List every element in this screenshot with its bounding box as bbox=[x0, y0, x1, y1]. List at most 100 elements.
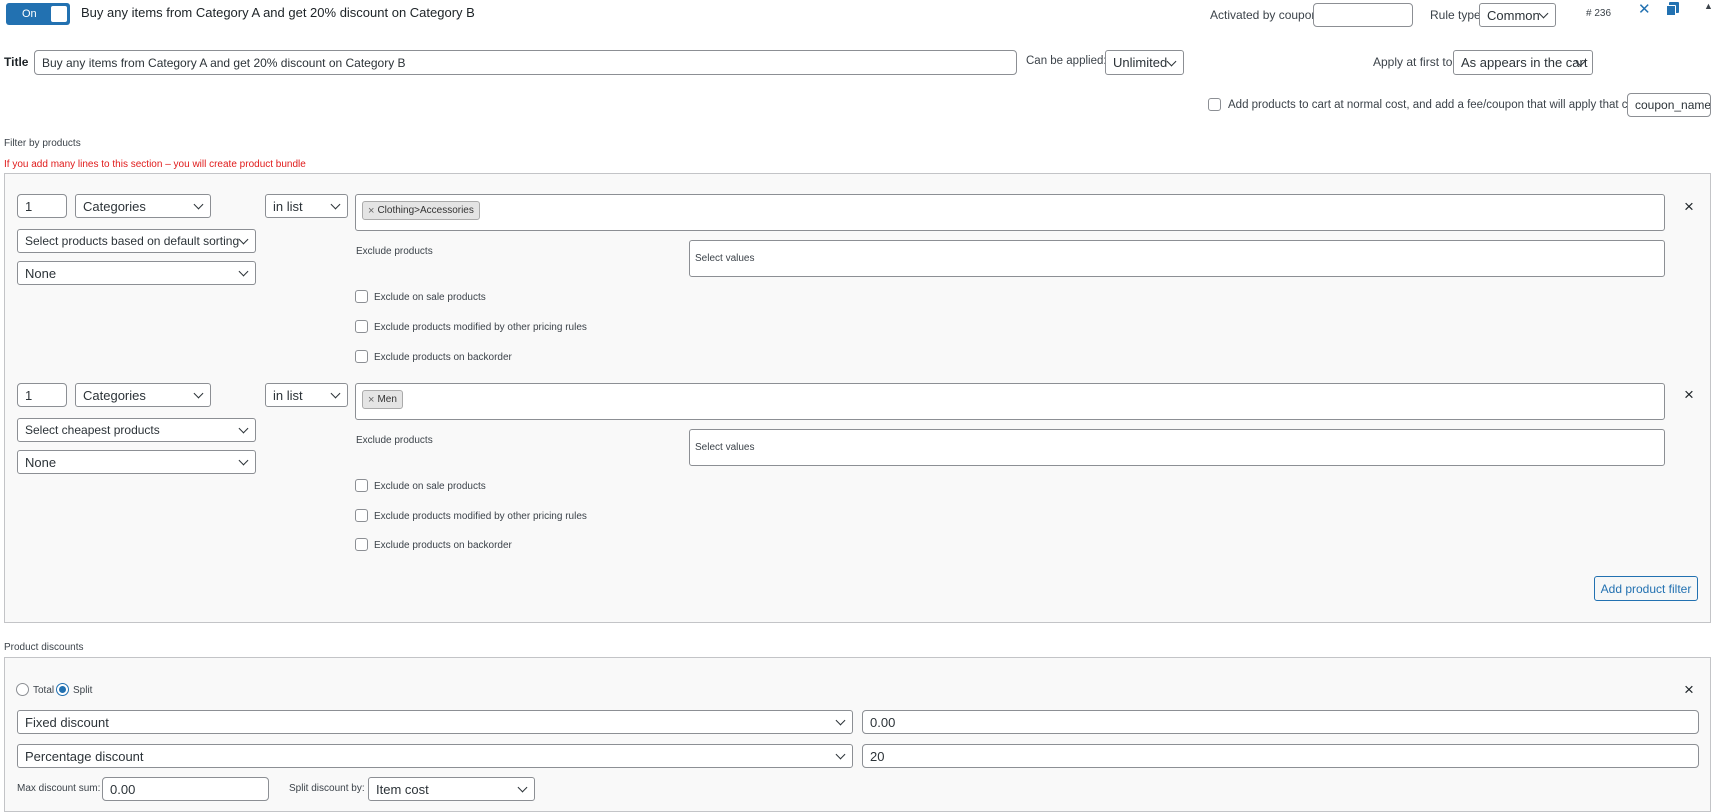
filter-operator-value: in list bbox=[273, 387, 303, 403]
apply-first-label: Apply at first to: bbox=[1373, 55, 1456, 69]
rule-type-value: Common bbox=[1487, 7, 1540, 23]
activated-by-coupon-input[interactable] bbox=[1313, 3, 1413, 27]
filter-qty-input[interactable]: 1 bbox=[17, 383, 67, 407]
filter-type-select[interactable]: Categories bbox=[75, 194, 211, 218]
filter-sorting-value: Select cheapest products bbox=[25, 423, 160, 437]
can-be-applied-value: Unlimited bbox=[1113, 55, 1168, 70]
tag-remove-icon[interactable]: × bbox=[368, 205, 374, 217]
split-discount-by-select[interactable]: Item cost bbox=[368, 777, 535, 801]
filter-operator-select[interactable]: in list bbox=[265, 194, 348, 218]
chevron-down-icon bbox=[238, 455, 249, 466]
filter-qty-input[interactable]: 1 bbox=[17, 194, 67, 218]
exclude-on-sale-label: Exclude on sale products bbox=[374, 481, 486, 492]
filter-type-select[interactable]: Categories bbox=[75, 383, 211, 407]
exclude-products-input[interactable]: Select values bbox=[689, 240, 1665, 277]
chevron-down-icon bbox=[835, 715, 846, 726]
tag-label: Clothing>Accessories bbox=[377, 205, 474, 216]
discount-section-heading: Product discounts bbox=[4, 642, 84, 653]
exclude-backorder-label: Exclude products on backorder bbox=[374, 352, 512, 363]
split-discount-by-label: Split discount by: bbox=[289, 783, 365, 794]
filter-section-heading: Filter by products bbox=[4, 138, 81, 149]
rule-type-label: Rule type bbox=[1430, 8, 1481, 22]
exclude-products-label: Exclude products bbox=[356, 246, 433, 257]
max-discount-sum-label: Max discount sum: bbox=[17, 783, 101, 794]
chevron-down-icon bbox=[835, 749, 846, 760]
exclude-on-sale-checkbox[interactable] bbox=[355, 479, 368, 492]
exclude-modified-checkbox[interactable] bbox=[355, 320, 368, 333]
can-be-applied-label: Can be applied: bbox=[1026, 55, 1107, 67]
discount-value-input[interactable]: 0.00 bbox=[862, 710, 1699, 734]
remove-x-icon[interactable]: × bbox=[1684, 198, 1694, 215]
coupon-name-input[interactable]: coupon_name bbox=[1627, 93, 1711, 117]
discount-type-select[interactable]: Fixed discount bbox=[17, 710, 853, 734]
split-discount-by-value: Item cost bbox=[376, 781, 429, 797]
rule-enabled-toggle[interactable]: On bbox=[6, 3, 70, 25]
exclude-modified-label: Exclude products modified by other prici… bbox=[374, 511, 587, 522]
discount-type-select[interactable]: Percentage discount bbox=[17, 744, 853, 768]
exclude-products-input[interactable]: Select values bbox=[689, 429, 1665, 466]
exclude-modified-checkbox[interactable] bbox=[355, 509, 368, 522]
filter-type-value: Categories bbox=[83, 198, 146, 214]
rule-id: # 236 bbox=[1586, 8, 1612, 19]
exclude-on-sale-label: Exclude on sale products bbox=[374, 292, 486, 303]
chevron-down-icon bbox=[193, 388, 204, 399]
exclude-on-sale-checkbox[interactable] bbox=[355, 290, 368, 303]
split-radio[interactable] bbox=[56, 683, 69, 696]
filter-operator-select[interactable]: in list bbox=[265, 383, 348, 407]
chevron-down-icon bbox=[517, 782, 528, 793]
chevron-down-icon bbox=[193, 199, 204, 210]
filter-type-value: Categories bbox=[83, 387, 146, 403]
chevron-down-icon bbox=[330, 199, 341, 210]
discount-type-value: Fixed discount bbox=[25, 714, 109, 730]
copy-icon[interactable] bbox=[1666, 2, 1680, 16]
apply-first-value: As appears in the cart bbox=[1461, 55, 1588, 70]
apply-first-select[interactable]: As appears in the cart bbox=[1453, 50, 1593, 75]
exclude-backorder-checkbox[interactable] bbox=[355, 538, 368, 551]
add-fee-checkbox[interactable] bbox=[1208, 98, 1221, 111]
bundle-warning: If you add many lines to this section – … bbox=[4, 159, 306, 170]
exclude-backorder-label: Exclude products on backorder bbox=[374, 540, 512, 551]
filter-sorting-value: Select products based on default sorting bbox=[25, 234, 240, 248]
exclude-placeholder: Select values bbox=[695, 253, 755, 264]
filter-limit-select[interactable]: None bbox=[17, 261, 256, 285]
rule-title-heading: Buy any items from Category A and get 20… bbox=[81, 5, 475, 20]
filter-limit-value: None bbox=[25, 265, 57, 281]
collapse-arrow-icon[interactable]: ▲ bbox=[1704, 1, 1713, 11]
split-radio-label: Split bbox=[73, 685, 93, 696]
total-radio[interactable] bbox=[16, 683, 29, 696]
filter-sorting-select[interactable]: Select products based on default sorting bbox=[17, 229, 256, 253]
chevron-down-icon bbox=[238, 266, 249, 277]
title-input[interactable]: Buy any items from Category A and get 20… bbox=[34, 50, 1017, 75]
tag-remove-icon[interactable]: × bbox=[368, 394, 374, 406]
add-product-filter-button[interactable]: Add product filter bbox=[1594, 576, 1698, 601]
total-radio-label: Total bbox=[33, 685, 55, 696]
add-fee-label: Add products to cart at normal cost, and… bbox=[1228, 99, 1643, 111]
tag-label: Men bbox=[377, 394, 397, 405]
filter-values-box[interactable] bbox=[355, 383, 1665, 420]
exclude-placeholder: Select values bbox=[695, 442, 755, 453]
remove-x-icon[interactable]: × bbox=[1684, 681, 1694, 698]
filter-sorting-select[interactable]: Select cheapest products bbox=[17, 418, 256, 442]
toggle-label: On bbox=[22, 8, 37, 20]
filter-operator-value: in list bbox=[273, 198, 303, 214]
discount-value-input[interactable]: 20 bbox=[862, 744, 1699, 768]
filter-value-tag[interactable]: × Clothing>Accessories bbox=[362, 201, 480, 220]
max-discount-sum-input[interactable]: 0.00 bbox=[102, 777, 269, 801]
remove-x-icon[interactable]: × bbox=[1684, 386, 1694, 403]
exclude-backorder-checkbox[interactable] bbox=[355, 350, 368, 363]
toggle-knob bbox=[51, 6, 67, 22]
chevron-down-icon bbox=[238, 234, 249, 245]
exclude-products-label: Exclude products bbox=[356, 435, 433, 446]
activated-by-coupon-label: Activated by coupon bbox=[1210, 8, 1319, 22]
filter-limit-select[interactable]: None bbox=[17, 450, 256, 474]
close-icon[interactable]: ✕ bbox=[1638, 0, 1651, 18]
filter-value-tag[interactable]: × Men bbox=[362, 390, 403, 409]
chevron-down-icon bbox=[238, 423, 249, 434]
chevron-down-icon bbox=[1538, 8, 1549, 19]
rule-type-select[interactable]: Common bbox=[1479, 3, 1556, 27]
can-be-applied-select[interactable]: Unlimited bbox=[1105, 50, 1184, 75]
title-label: Title bbox=[4, 55, 29, 69]
filter-values-box[interactable] bbox=[355, 194, 1665, 231]
chevron-down-icon bbox=[330, 388, 341, 399]
exclude-modified-label: Exclude products modified by other prici… bbox=[374, 322, 587, 333]
